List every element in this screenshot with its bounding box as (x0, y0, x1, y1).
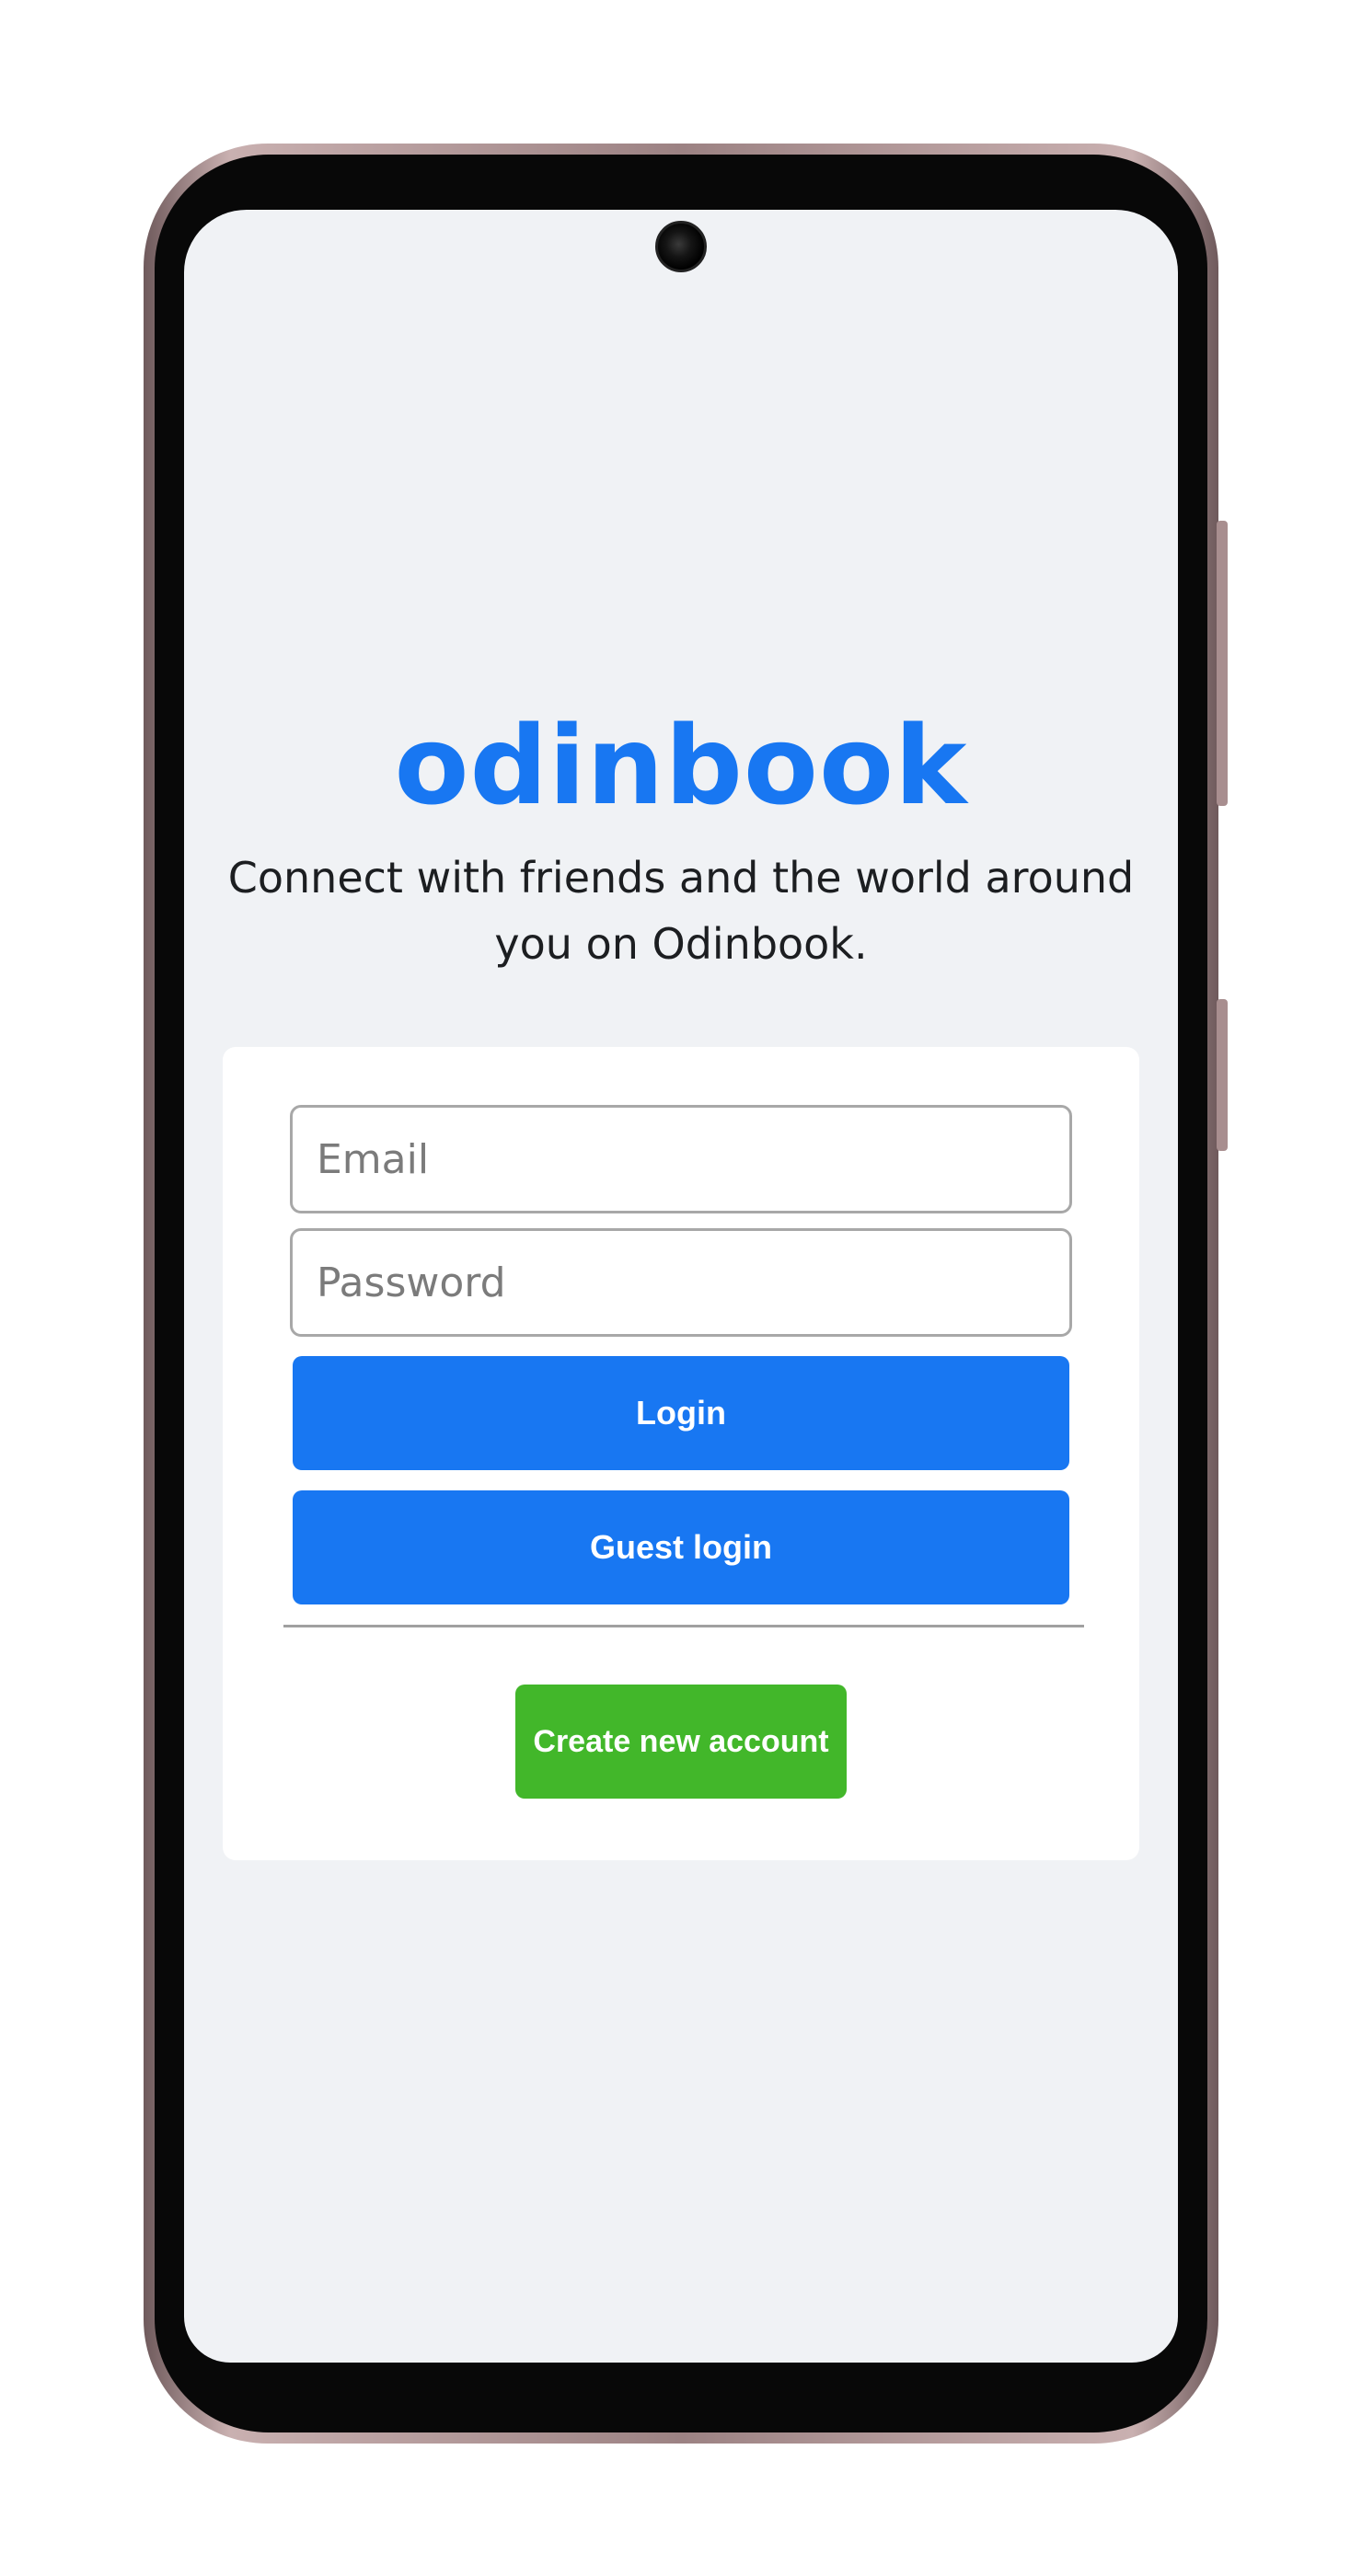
tagline: Connect with friends and the world aroun… (227, 853, 1135, 969)
volume-button (1217, 521, 1228, 806)
email-field[interactable] (290, 1105, 1072, 1213)
create-account-button[interactable]: Create new account (515, 1685, 847, 1799)
divider (283, 1625, 1084, 1627)
password-field[interactable] (290, 1228, 1072, 1337)
power-button (1217, 999, 1228, 1151)
guest-login-button[interactable]: Guest login (293, 1490, 1069, 1604)
app-screen: odinbook Connect with friends and the wo… (184, 210, 1178, 2363)
app-logo: odinbook (394, 702, 968, 829)
phone-frame: odinbook Connect with friends and the wo… (144, 144, 1228, 2444)
front-camera-icon (655, 221, 707, 272)
login-card: Login Guest login Create new account (223, 1047, 1139, 1860)
login-button[interactable]: Login (293, 1356, 1069, 1470)
